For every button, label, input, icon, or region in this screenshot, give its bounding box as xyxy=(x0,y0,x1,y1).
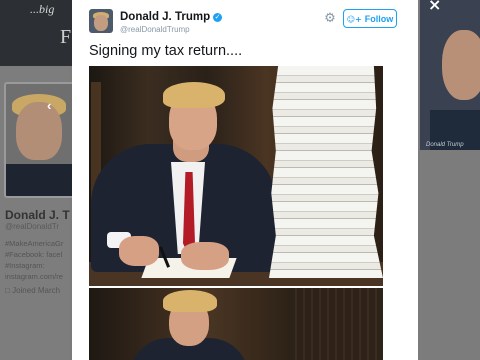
joined-date: □ Joined March xyxy=(5,286,60,295)
author-name[interactable]: Donald J. Trump xyxy=(120,11,210,23)
close-modal-button[interactable]: × xyxy=(428,0,441,14)
profile-handle: @realDonaldTr xyxy=(5,222,60,231)
follow-label: Follow xyxy=(364,13,394,24)
author-handle[interactable]: @realDonaldTrump xyxy=(120,25,190,34)
bio-line[interactable]: #MakeAmericaGr xyxy=(5,238,67,249)
banner-text: ...big xyxy=(30,2,55,16)
follow-button[interactable]: ☺+ Follow xyxy=(343,9,397,28)
hair xyxy=(163,82,225,108)
tweet-modal: Donald J. Trump ✓ @realDonaldTrump ⚙ ☺+ Fo… xyxy=(72,0,418,360)
add-user-icon: ☺+ xyxy=(346,14,362,24)
gear-icon[interactable]: ⚙ xyxy=(322,11,338,27)
tweet-text: Signing my tax return.... xyxy=(89,43,243,59)
profile-name[interactable]: Donald J. T xyxy=(5,208,70,222)
bio-line: #Instagram: xyxy=(5,261,45,270)
calendar-icon: □ xyxy=(5,286,10,295)
paper-stack xyxy=(269,66,383,278)
bio-line[interactable]: instagram.com/re xyxy=(5,271,67,282)
bio-line: #Facebook: facel xyxy=(5,250,63,259)
tweet-photo-2[interactable] xyxy=(89,288,383,360)
previous-arrow-icon[interactable]: ‹ xyxy=(47,98,51,113)
tweet-header: Donald J. Trump ✓ @realDonaldTrump ⚙ ☺+ Fo… xyxy=(72,0,418,40)
profile-bio: #MakeAmericaGr #Facebook: facel #Instagr… xyxy=(5,238,67,282)
author-avatar[interactable] xyxy=(89,9,113,33)
related-photo-caption: Donald Trump xyxy=(426,142,464,148)
joined-text: Joined March xyxy=(12,286,61,295)
banner-letter: F xyxy=(60,26,72,48)
tweet-photo-1[interactable] xyxy=(89,66,383,286)
author-name-row[interactable]: Donald J. Trump ✓ xyxy=(120,11,223,23)
profile-avatar[interactable] xyxy=(4,82,78,198)
related-photo-thumbnail[interactable] xyxy=(420,0,480,150)
verified-badge-icon: ✓ xyxy=(213,13,223,22)
